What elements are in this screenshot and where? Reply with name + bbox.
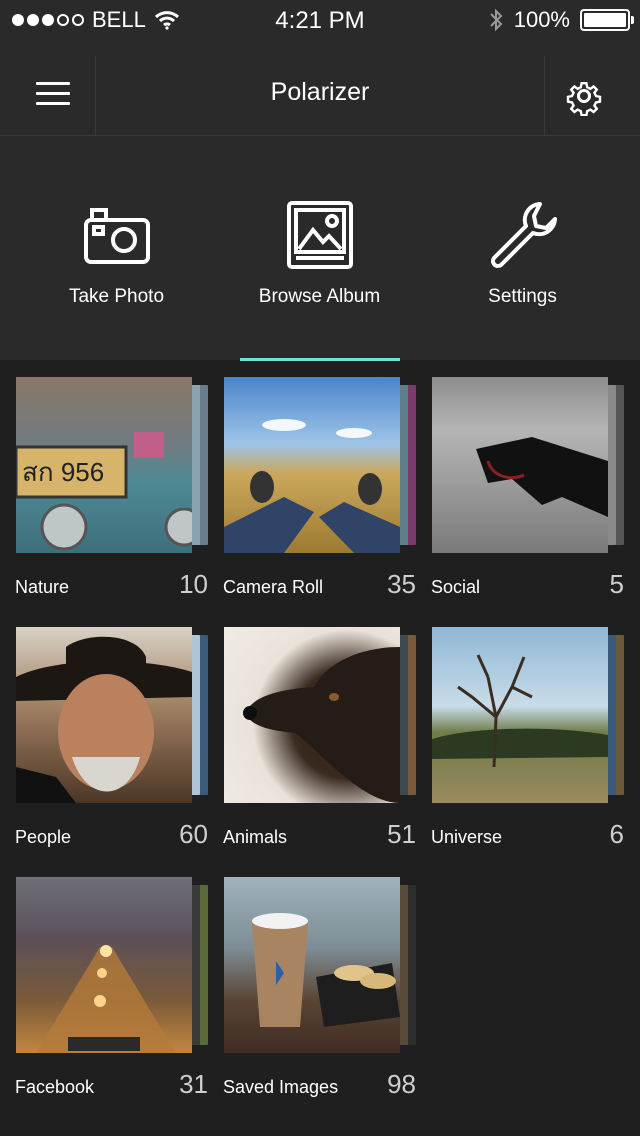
album-cover-stack: [224, 377, 416, 553]
album-nature[interactable]: สก 956 Nature 10: [0, 360, 208, 610]
album-cover-photo: [224, 877, 400, 1053]
album-cover-photo: สก 956: [16, 377, 192, 553]
album-grid: สก 956 Nature 10 Camera Roll 35 Social 5…: [0, 360, 640, 1136]
album-camera-roll[interactable]: Camera Roll 35: [208, 360, 416, 610]
browse-album-button[interactable]: Browse Album: [213, 188, 426, 358]
album-name: Animals: [223, 827, 288, 847]
album-cover-photo: [432, 627, 608, 803]
album-cover-stack: [224, 627, 416, 803]
nav-bar: Polarizer: [0, 56, 640, 136]
svg-text:สก 956: สก 956: [22, 457, 104, 487]
album-cover-stack: [224, 877, 416, 1053]
album-count: 5: [609, 569, 624, 599]
take-photo-label: Take Photo: [68, 286, 165, 307]
album-cover-stack: [16, 877, 208, 1053]
album-cover-stack: สก 956: [16, 377, 208, 553]
album-facebook[interactable]: Facebook 31: [0, 860, 208, 1110]
album-count: 51: [387, 819, 416, 849]
browse-album-label: Browse Album: [258, 286, 381, 307]
album-cover-photo: [16, 877, 192, 1053]
album-animals[interactable]: Animals 51: [208, 610, 416, 860]
image-icon: [286, 201, 353, 269]
action-bar: Take Photo Browse Album Settings: [0, 188, 640, 358]
album-name: Nature: [15, 577, 70, 597]
album-saved-images[interactable]: Saved Images 98: [208, 860, 416, 1110]
album-universe[interactable]: Universe 6: [416, 610, 624, 860]
album-cover-stack: [432, 377, 624, 553]
album-people[interactable]: People 60: [0, 610, 208, 860]
album-name: People: [15, 827, 72, 847]
settings-gear-button[interactable]: [564, 76, 604, 117]
bluetooth-icon: [490, 8, 503, 32]
wrench-icon: [490, 202, 557, 268]
album-name: Camera Roll: [223, 577, 324, 597]
album-count: 31: [179, 1069, 208, 1099]
album-cover-photo: [224, 377, 400, 553]
gear-icon: [566, 82, 602, 117]
status-bar: BELL 4:21 PM 100%: [0, 0, 640, 40]
album-cover-photo: [432, 377, 608, 553]
album-cover-stack: [432, 627, 624, 803]
settings-label: Settings: [488, 286, 557, 307]
settings-button[interactable]: Settings: [416, 188, 629, 358]
battery-percent: 100%: [513, 7, 570, 32]
album-cover-stack: [16, 627, 208, 803]
album-count: 35: [387, 569, 416, 599]
album-name: Saved Images: [223, 1077, 339, 1097]
album-name: Social: [431, 577, 481, 597]
page-title: Polarizer: [270, 78, 370, 106]
album-name: Universe: [431, 827, 503, 847]
camera-icon: [83, 208, 150, 264]
album-cover-photo: [224, 627, 400, 803]
battery-icon: [580, 9, 634, 31]
album-count: 6: [609, 819, 624, 849]
app-header: Polarizer Take Photo Browse Album Settin…: [0, 40, 640, 361]
album-name: Facebook: [15, 1077, 95, 1097]
album-count: 98: [387, 1069, 416, 1099]
album-count: 10: [179, 569, 208, 599]
album-cover-photo: [16, 627, 192, 803]
album-social[interactable]: Social 5: [416, 360, 624, 610]
album-count: 60: [179, 819, 208, 849]
take-photo-button[interactable]: Take Photo: [10, 188, 223, 358]
